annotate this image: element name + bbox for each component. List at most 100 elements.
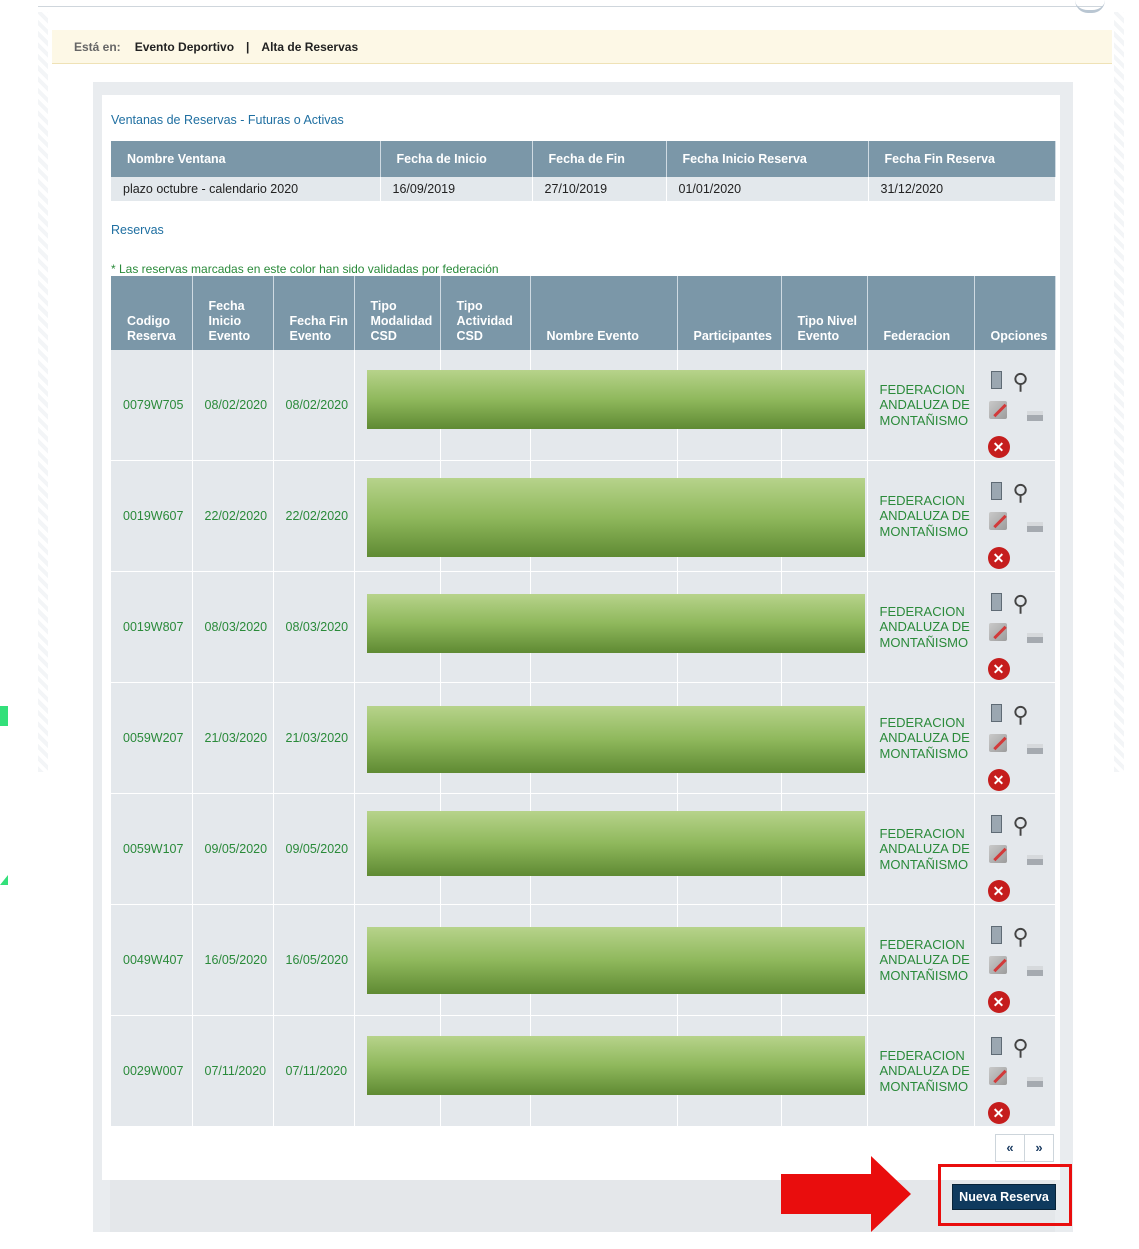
delete-icon[interactable]: ✕ — [987, 436, 1010, 458]
cell-federacion: FEDERACION ANDALUZA DE MONTAÑISMO — [867, 350, 975, 461]
delete-icon[interactable]: ✕ — [987, 991, 1010, 1013]
print-icon[interactable] — [1026, 522, 1043, 532]
windows-section-title: Ventanas de Reservas - Futuras o Activas — [111, 113, 344, 127]
row-options: ⚲ ✕ — [987, 807, 1055, 902]
cell-federacion: FEDERACION ANDALUZA DE MONTAÑISMO — [867, 1015, 975, 1127]
col-header: Fecha de Fin — [532, 141, 667, 177]
cell-opciones: ⚲ ✕ — [974, 904, 1056, 1016]
breadcrumb-item-evento[interactable]: Evento Deportivo — [135, 40, 234, 54]
pager: « » — [995, 1134, 1054, 1162]
cell-opciones: ⚲ ✕ — [974, 460, 1056, 572]
print-icon[interactable] — [1026, 744, 1043, 754]
search-icon[interactable]: ⚲ — [1013, 593, 1029, 615]
cell-opciones: ⚲ ✕ — [974, 682, 1056, 794]
book-icon[interactable] — [990, 704, 1002, 722]
print-icon[interactable] — [1026, 633, 1043, 643]
print-icon[interactable] — [1026, 411, 1043, 421]
row-options: ⚲ ✕ — [987, 1029, 1055, 1124]
edit-icon[interactable] — [988, 734, 1007, 752]
print-icon[interactable] — [1026, 966, 1043, 976]
print-icon[interactable] — [1026, 855, 1043, 865]
cell-codigo: 0059W107 — [111, 793, 193, 905]
edit-icon[interactable] — [988, 623, 1007, 641]
col-header: Fecha Inicio Reserva — [666, 141, 869, 177]
cell: 16/09/2019 — [380, 177, 533, 201]
book-icon[interactable] — [990, 593, 1002, 611]
book-icon[interactable] — [990, 1037, 1002, 1055]
breadcrumb-item-alta[interactable]: Alta de Reservas — [261, 40, 358, 54]
cell-fecha-fin: 21/03/2020 — [273, 682, 355, 794]
delete-icon[interactable]: ✕ — [987, 880, 1010, 902]
col-header-federacion: Federacion — [867, 276, 975, 350]
row-options: ⚲ ✕ — [987, 918, 1055, 1013]
breadcrumb-separator: | — [246, 39, 250, 54]
col-header-participantes: Participantes — [677, 276, 782, 350]
col-header-nombre-evento: Nombre Evento — [530, 276, 678, 350]
book-icon[interactable] — [990, 482, 1002, 500]
annotation-arrow-shaft — [781, 1174, 873, 1214]
redaction-block — [367, 478, 865, 557]
search-icon[interactable]: ⚲ — [1013, 704, 1029, 726]
cell-opciones: ⚲ ✕ — [974, 350, 1056, 461]
cell-opciones: ⚲ ✕ — [974, 1015, 1056, 1127]
cell-fecha-fin: 08/03/2020 — [273, 571, 355, 683]
edit-icon[interactable] — [988, 512, 1007, 530]
nueva-reserva-button[interactable]: Nueva Reserva — [952, 1184, 1056, 1210]
search-icon[interactable]: ⚲ — [1013, 482, 1029, 504]
cell-fecha-fin: 16/05/2020 — [273, 904, 355, 1016]
delete-icon[interactable]: ✕ — [987, 658, 1010, 680]
cell-codigo: 0029W007 — [111, 1015, 193, 1127]
cell-fecha-inicio: 08/03/2020 — [192, 571, 274, 683]
cell-federacion: FEDERACION ANDALUZA DE MONTAÑISMO — [867, 682, 975, 794]
annotation-arrow-head — [871, 1156, 911, 1232]
col-header-tipo-actividad: Tipo Actividad CSD — [440, 276, 531, 350]
search-icon[interactable]: ⚲ — [1013, 1037, 1029, 1059]
delete-icon[interactable]: ✕ — [987, 547, 1010, 569]
edit-icon[interactable] — [988, 845, 1007, 863]
edge-mark — [0, 706, 8, 726]
delete-icon[interactable]: ✕ — [987, 1102, 1010, 1124]
cell-federacion: FEDERACION ANDALUZA DE MONTAÑISMO — [867, 793, 975, 905]
cell-fecha-fin: 09/05/2020 — [273, 793, 355, 905]
print-icon[interactable] — [1026, 1077, 1043, 1087]
book-icon[interactable] — [990, 815, 1002, 833]
redaction-block — [367, 706, 865, 773]
cell-codigo: 0019W807 — [111, 571, 193, 683]
windows-table: Nombre Ventana Fecha de Inicio Fecha de … — [111, 141, 1056, 201]
pager-prev-button[interactable]: « — [996, 1135, 1025, 1161]
search-icon[interactable]: ⚲ — [1013, 815, 1029, 837]
top-decoration — [1075, 0, 1105, 13]
edit-icon[interactable] — [988, 1067, 1007, 1085]
cell: plazo octubre - calendario 2020 — [111, 177, 381, 201]
cell-fecha-fin: 08/02/2020 — [273, 350, 355, 461]
col-header-codigo: Codigo Reserva — [111, 276, 193, 350]
table-row: plazo octubre - calendario 2020 16/09/20… — [111, 177, 1056, 201]
search-icon[interactable]: ⚲ — [1013, 371, 1029, 393]
edge-mark — [0, 875, 8, 885]
edit-icon[interactable] — [988, 956, 1007, 974]
cell-fecha-inicio: 07/11/2020 — [192, 1015, 274, 1127]
row-options: ⚲ ✕ — [987, 585, 1055, 680]
col-header: Fecha de Inicio — [380, 141, 533, 177]
cell-fecha-fin: 22/02/2020 — [273, 460, 355, 572]
row-options: ⚲ ✕ — [987, 363, 1055, 458]
cell-federacion: FEDERACION ANDALUZA DE MONTAÑISMO — [867, 571, 975, 683]
book-icon[interactable] — [990, 926, 1002, 944]
col-header: Nombre Ventana — [111, 141, 381, 177]
cell-fecha-fin: 07/11/2020 — [273, 1015, 355, 1127]
col-header: Fecha Fin Reserva — [868, 141, 1056, 177]
cell: 27/10/2019 — [532, 177, 667, 201]
pager-next-button[interactable]: » — [1025, 1135, 1053, 1161]
redaction-block — [367, 927, 865, 994]
edit-icon[interactable] — [988, 401, 1007, 419]
right-shade — [1114, 12, 1124, 772]
book-icon[interactable] — [990, 371, 1002, 389]
col-header-tipo-modalidad: Tipo Modalidad CSD — [354, 276, 441, 350]
redaction-block — [367, 1036, 865, 1095]
cell-fecha-inicio: 08/02/2020 — [192, 350, 274, 461]
reservas-section-title: Reservas — [111, 223, 164, 237]
breadcrumb-label: Está en: — [74, 39, 121, 54]
search-icon[interactable]: ⚲ — [1013, 926, 1029, 948]
cell-codigo: 0079W705 — [111, 350, 193, 461]
delete-icon[interactable]: ✕ — [987, 769, 1010, 791]
